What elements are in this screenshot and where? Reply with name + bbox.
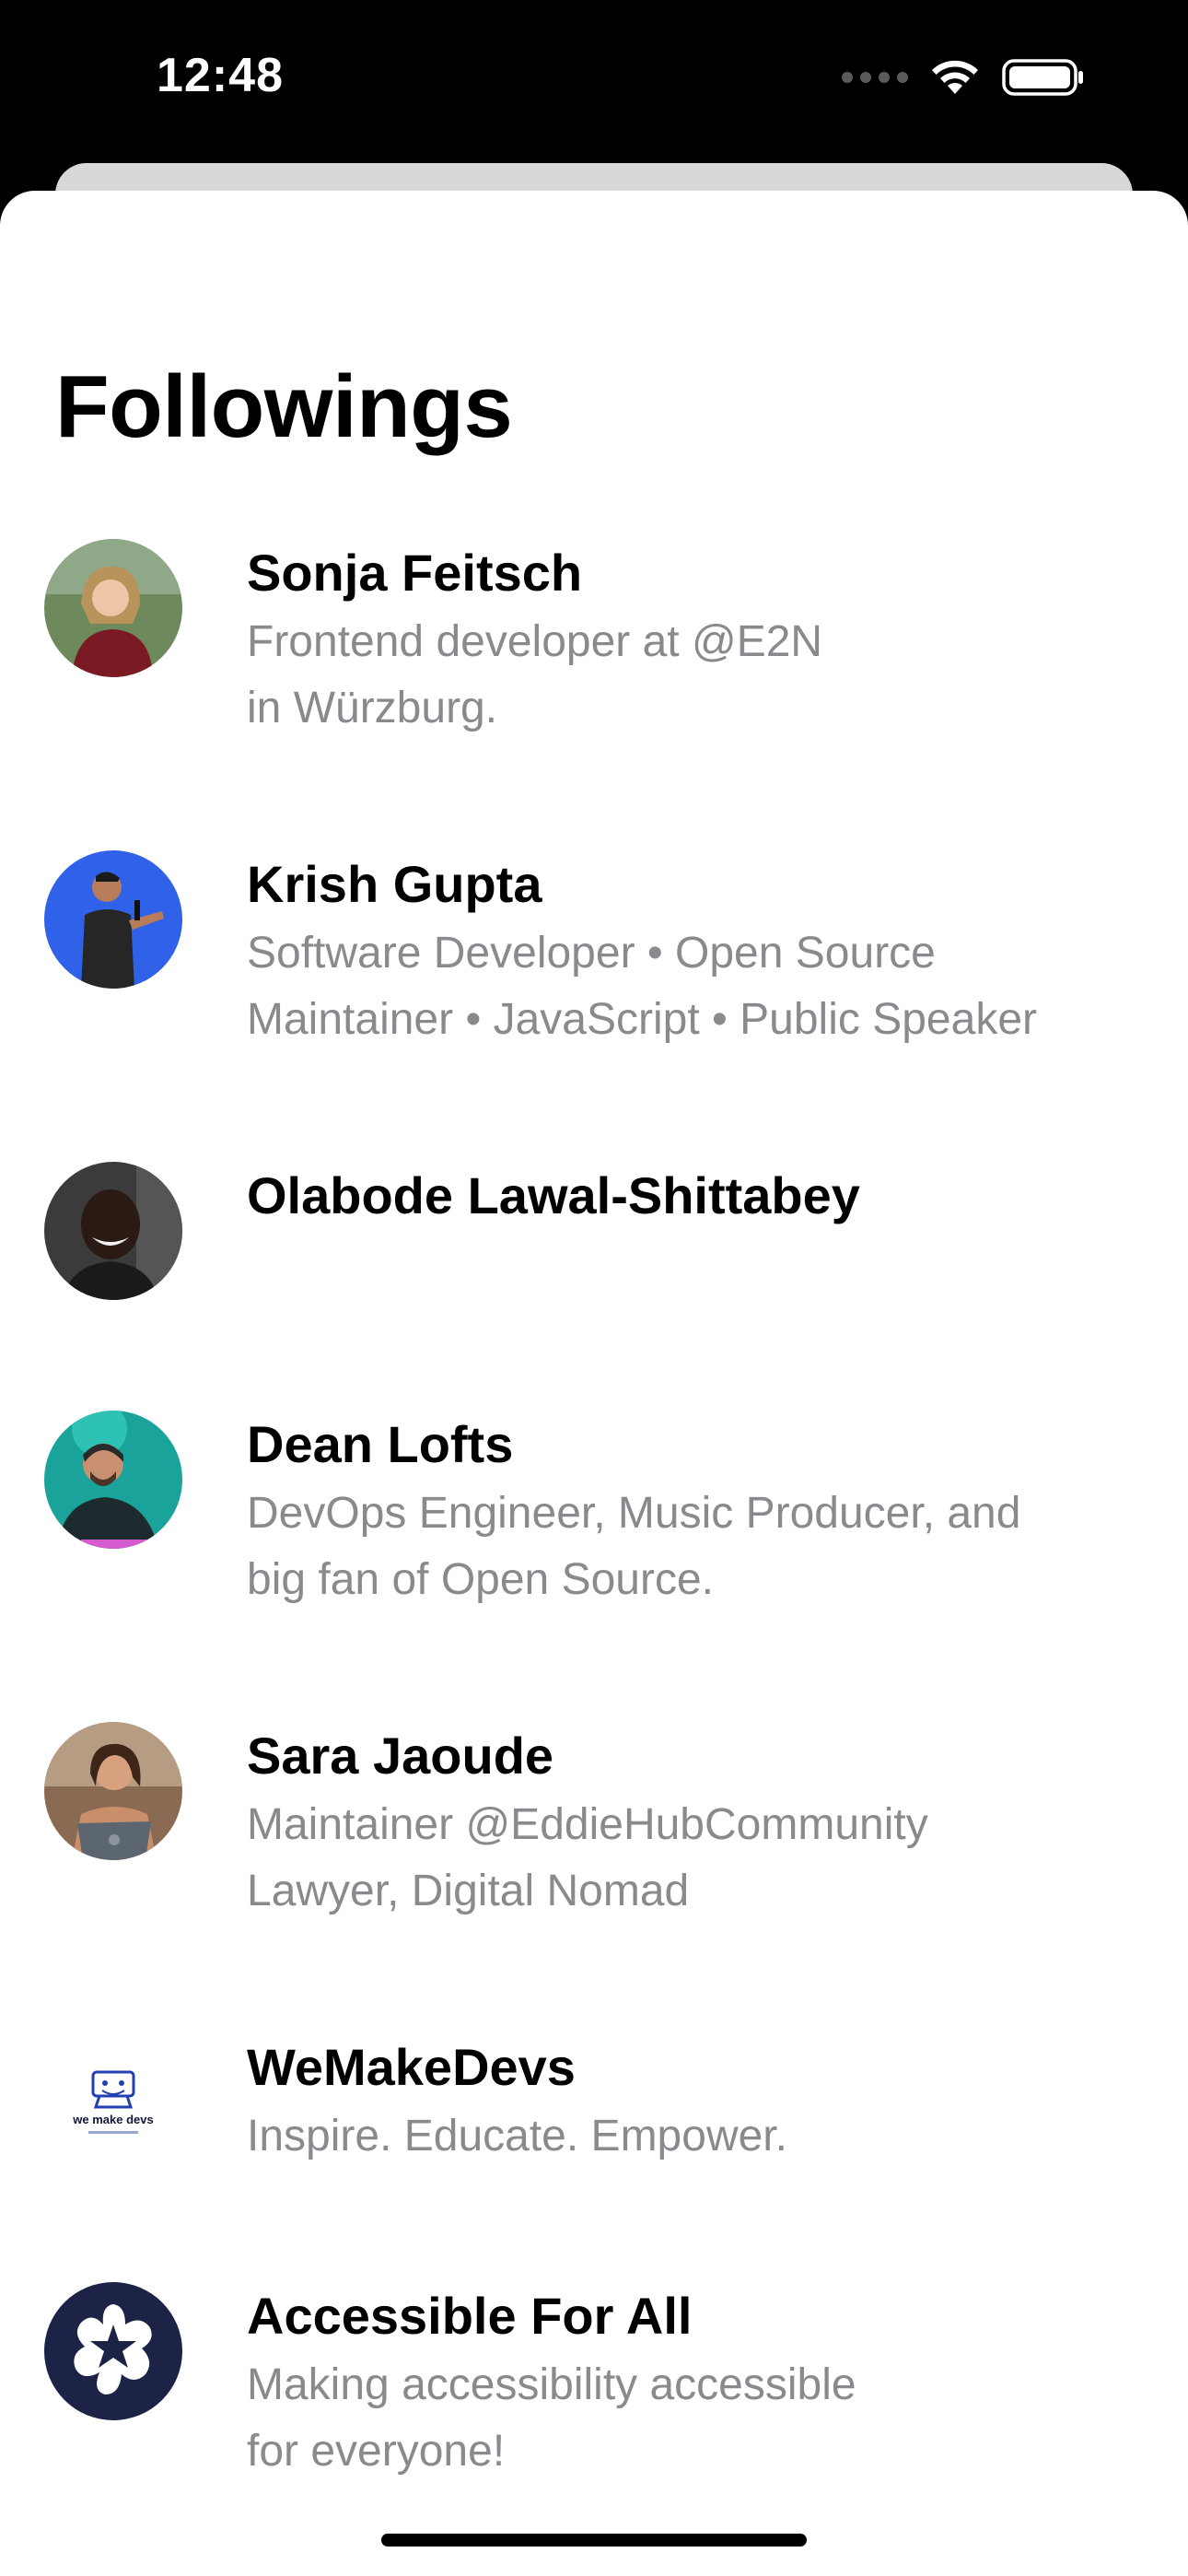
following-name: WeMakeDevs bbox=[247, 2038, 576, 2096]
following-name: Sonja Feitsch bbox=[247, 544, 583, 602]
person-photo-avatar-icon bbox=[44, 1411, 182, 1549]
person-photo-avatar-icon bbox=[44, 539, 182, 677]
we-make-devs-logo-icon: we make devs bbox=[44, 2033, 182, 2172]
followings-sheet: Followings Sonja Feitsch Frontend develo… bbox=[0, 191, 1188, 2576]
avatar: we make devs bbox=[44, 2033, 182, 2172]
following-bio: Making accessibility accessible for ever… bbox=[247, 2360, 856, 2476]
following-bio: Software Developer • Open Source Maintai… bbox=[247, 929, 1037, 1044]
page-title: Followings bbox=[55, 357, 513, 456]
wifi-icon bbox=[928, 57, 982, 98]
list-item[interactable]: Sonja Feitsch Frontend developer at @E2N… bbox=[0, 522, 1188, 799]
svg-text:we make devs: we make devs bbox=[72, 2113, 153, 2126]
following-name: Dean Lofts bbox=[247, 1415, 514, 1473]
screen: 12:48 Followings Sonja Feitsch Frontend … bbox=[0, 0, 1188, 2576]
list-item[interactable]: Krish Gupta Software Developer • Open So… bbox=[0, 834, 1188, 1110]
person-photo-avatar-icon bbox=[44, 1162, 182, 1300]
avatar bbox=[44, 539, 182, 677]
avatar bbox=[44, 1162, 182, 1300]
home-indicator[interactable] bbox=[381, 2534, 807, 2547]
following-bio: Inspire. Educate. Empower. bbox=[247, 2112, 787, 2160]
list-item[interactable]: Dean Lofts DevOps Engineer, Music Produc… bbox=[0, 1394, 1188, 1670]
avatar bbox=[44, 1411, 182, 1549]
status-time: 12:48 bbox=[157, 49, 284, 102]
person-photo-avatar-icon bbox=[44, 1722, 182, 1860]
avatar bbox=[44, 2282, 182, 2420]
following-bio: Frontend developer at @E2N in Würzburg. bbox=[247, 617, 823, 732]
list-item[interactable]: we make devs WeMakeDevs Inspire. Educate… bbox=[0, 2017, 1188, 2293]
list-item[interactable]: Olabode Lawal-Shittabey bbox=[0, 1145, 1188, 1422]
cellular-signal-icon bbox=[842, 72, 908, 83]
avatar bbox=[44, 1722, 182, 1860]
status-bar: 12:48 bbox=[0, 0, 1188, 161]
avatar bbox=[44, 850, 182, 989]
following-bio: Maintainer @EddieHubCommunity Lawyer, Di… bbox=[247, 1800, 928, 1915]
following-bio: DevOps Engineer, Music Producer, and big… bbox=[247, 1489, 1021, 1604]
list-item[interactable]: Sara Jaoude Maintainer @EddieHubCommunit… bbox=[0, 1705, 1188, 1982]
following-name: Sara Jaoude bbox=[247, 1727, 554, 1785]
star-flower-logo-icon bbox=[44, 2282, 182, 2420]
following-name: Krish Gupta bbox=[247, 855, 542, 913]
following-name: Accessible For All bbox=[247, 2287, 693, 2345]
battery-icon bbox=[1002, 57, 1085, 98]
list-item[interactable]: Accessible For All Making accessibility … bbox=[0, 2266, 1188, 2542]
person-photo-avatar-icon bbox=[44, 850, 182, 989]
status-icons bbox=[842, 57, 1085, 98]
following-name: Olabode Lawal-Shittabey bbox=[247, 1166, 860, 1224]
